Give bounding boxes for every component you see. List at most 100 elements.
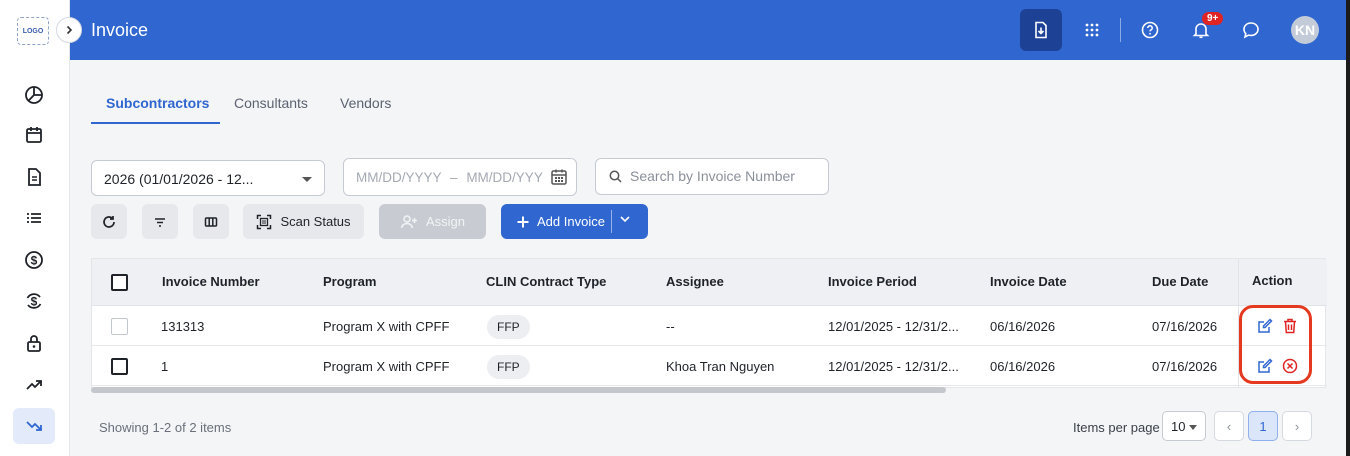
header-divider [1120,18,1121,42]
showing-count: Showing 1-2 of 2 items [99,420,232,435]
scan-status-button[interactable]: Scan Status [243,204,364,239]
clin-type-tag: FFP [487,315,530,339]
rail-item-security[interactable] [13,325,55,361]
date-range-picker[interactable]: MM/DD/YYYY – MM/DD/YYY [343,158,577,196]
calendar-icon[interactable] [550,168,568,189]
col-program[interactable]: Program [323,274,376,289]
apps-grid-icon [1085,23,1099,37]
download-button[interactable] [1020,9,1062,51]
rail-item-trending-up[interactable] [13,366,55,402]
pie-chart-icon [25,86,43,104]
svg-text:$: $ [31,295,38,309]
select-all-checkbox[interactable] [111,274,128,291]
date-start-placeholder[interactable]: MM/DD/YYYY [356,170,441,185]
row-checkbox[interactable] [111,318,128,335]
rail-item-documents[interactable] [13,159,55,195]
rail-item-payments[interactable]: $ [13,283,55,319]
columns-icon [204,216,218,227]
col-invoice-date[interactable]: Invoice Date [990,274,1067,289]
table-row[interactable]: 1 Program X with CPFF FFP Khoa Tran Nguy… [92,346,1327,386]
col-action: Action [1252,273,1293,288]
page-1-button[interactable]: 1 [1248,411,1278,441]
user-avatar[interactable]: KN [1291,16,1319,44]
assign-label: Assign [425,214,466,229]
chat-icon [1243,22,1259,39]
caret-down-icon [302,177,312,182]
table-row[interactable]: 131313 Program X with CPFF FFP -- 12/01/… [92,306,1327,346]
col-assignee[interactable]: Assignee [666,274,724,289]
rail-item-trending-down[interactable] [13,408,55,444]
date-range-separator: – [450,170,458,185]
filter-button[interactable] [142,204,178,239]
cell-invoice-period: 12/01/2025 - 12/31/2... [828,359,959,374]
trending-up-icon [26,380,42,390]
lock-icon [27,335,41,352]
plus-icon [517,216,529,227]
year-select-value: 2026 (01/01/2026 - 12... [104,171,254,187]
col-invoice-period[interactable]: Invoice Period [828,274,917,289]
cell-program: Program X with CPFF [323,359,450,374]
table-header: Invoice Number Program CLIN Contract Typ… [92,259,1327,306]
chevron-down-icon [620,216,630,223]
columns-button[interactable] [193,204,229,239]
caret-down-icon [1189,425,1197,430]
dollar-icon: $ [25,251,43,269]
cell-invoice-number: 131313 [161,319,205,334]
tab-consultants[interactable]: Consultants [234,95,308,111]
help-button[interactable] [1129,9,1171,51]
cell-invoice-period: 12/01/2025 - 12/31/2... [828,319,959,334]
cell-assignee: Khoa Tran Nguyen [666,359,775,374]
items-per-page-select[interactable]: 10 [1162,411,1206,441]
assign-user-icon [400,214,417,228]
document-icon [28,168,41,186]
items-per-page-value: 10 [1171,419,1186,434]
invoice-search [595,158,829,195]
year-select[interactable]: 2026 (01/01/2026 - 12... [91,160,325,196]
rail-item-calendar[interactable] [13,117,55,153]
search-input[interactable] [630,168,820,184]
scan-icon [257,214,272,229]
assign-button[interactable]: Assign [379,204,486,239]
notification-badge: 9+ [1202,12,1224,25]
download-file-icon [1035,21,1047,39]
invoice-table: Invoice Number Program CLIN Contract Typ… [91,258,1327,388]
page-title: Invoice [91,20,149,40]
window-right-edge [1346,0,1350,456]
svg-text:$: $ [31,254,38,268]
search-icon [609,170,622,188]
col-clin-contract-type[interactable]: CLIN Contract Type [486,274,606,289]
top-header: Invoice 9+ KN [70,0,1350,60]
add-invoice-label: Add Invoice [537,214,605,229]
rail-item-list[interactable] [13,200,55,236]
active-tab-indicator [91,122,220,124]
expand-sidebar-button[interactable] [56,17,82,43]
list-icon [27,213,41,223]
cell-program: Program X with CPFF [323,319,450,334]
cell-invoice-number: 1 [161,359,169,374]
cell-invoice-date: 06/16/2026 [990,359,1056,374]
tab-vendors[interactable]: Vendors [340,95,391,111]
prev-page-button[interactable]: ‹ [1214,411,1244,441]
date-end-placeholder[interactable]: MM/DD/YYY [466,170,543,185]
col-due-date[interactable]: Due Date [1152,274,1208,289]
row-checkbox[interactable] [111,358,128,375]
refresh-button[interactable] [91,204,127,239]
add-invoice-button[interactable]: Add Invoice [501,204,648,239]
col-invoice-number[interactable]: Invoice Number [162,274,260,289]
cell-assignee: -- [666,319,675,334]
add-invoice-menu-toggle[interactable] [619,213,631,228]
notifications-button[interactable]: 9+ [1180,9,1224,51]
cell-due-date: 07/16/2026 [1152,319,1218,334]
trending-down-icon [26,421,42,431]
rail-item-billing[interactable]: $ [13,242,55,278]
help-icon [1141,21,1159,39]
rail-item-dashboard[interactable] [13,77,55,113]
chevron-right-icon [66,25,73,35]
dollar-sync-icon: $ [26,293,42,309]
items-per-page-label: Items per page [1073,420,1160,435]
horizontal-scrollbar[interactable] [91,387,946,393]
tab-subcontractors[interactable]: Subcontractors [106,95,209,111]
next-page-button[interactable]: › [1282,411,1312,441]
apps-button[interactable] [1071,9,1113,51]
chat-button[interactable] [1230,9,1272,51]
